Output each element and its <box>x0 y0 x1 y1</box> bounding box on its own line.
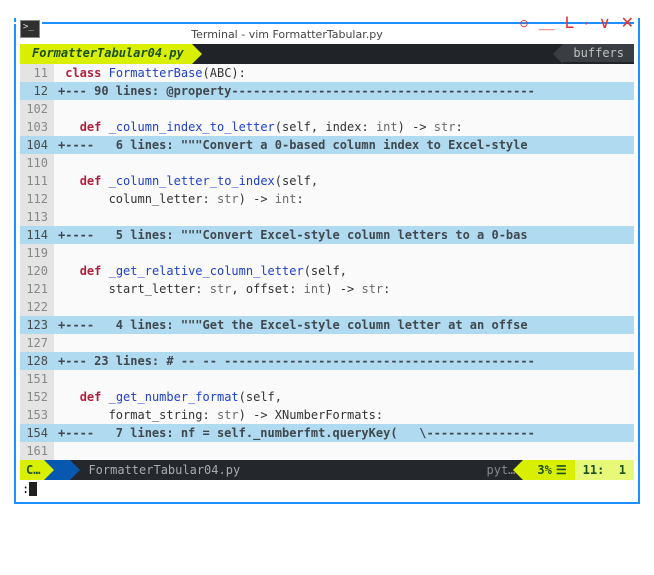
line-number: 121 <box>20 280 54 298</box>
line-source <box>54 370 634 388</box>
terminal-icon <box>20 20 40 38</box>
buffer-tab-bar: FormatterTabular04.py buffers <box>20 44 634 64</box>
position-segment: 11: 1 <box>575 460 634 480</box>
line-source: +---- 4 lines: """Get the Excel-style co… <box>54 316 634 334</box>
code-line[interactable]: 113 <box>20 208 634 226</box>
line-source: def _get_relative_column_letter(self, <box>54 262 634 280</box>
line-source: +--- 23 lines: # -- -- -----------------… <box>54 352 634 370</box>
active-buffer-tab[interactable]: FormatterTabular04.py <box>20 44 192 64</box>
code-line[interactable]: 110 <box>20 154 634 172</box>
line-number: 127 <box>20 334 54 352</box>
line-number: 112 <box>20 190 54 208</box>
line-source: def _column_index_to_letter(self, index:… <box>54 118 634 136</box>
close-button[interactable]: ✕ <box>621 16 634 32</box>
line-source: +--- 90 lines: @property----------------… <box>54 82 634 100</box>
line-number: 123 <box>20 316 54 334</box>
fold-line[interactable]: 128+--- 23 lines: # -- -- --------------… <box>20 352 634 370</box>
fold-line[interactable]: 154+---- 7 lines: nf = self._numberfmt.q… <box>20 424 634 442</box>
fold-line[interactable]: 12+--- 90 lines: @property--------------… <box>20 82 634 100</box>
code-line[interactable]: 127 <box>20 334 634 352</box>
line-number: 154 <box>20 424 54 442</box>
line-number: 111 <box>20 172 54 190</box>
line-number: 120 <box>20 262 54 280</box>
fold-line[interactable]: 123+---- 4 lines: """Get the Excel-style… <box>20 316 634 334</box>
line-source <box>54 208 634 226</box>
code-line[interactable]: 112 column_letter: str) -> int: <box>20 190 634 208</box>
line-number: 103 <box>20 118 54 136</box>
code-line[interactable]: 153 format_string: str) -> XNumberFormat… <box>20 406 634 424</box>
line-number: 119 <box>20 244 54 262</box>
line-number: 12 <box>20 82 54 100</box>
code-line[interactable]: 120 def _get_relative_column_letter(self… <box>20 262 634 280</box>
hamburger-icon: ☰ <box>556 463 567 477</box>
code-line[interactable]: 121 start_letter: str, offset: int) -> s… <box>20 280 634 298</box>
line-source: def _get_number_format(self, <box>54 388 634 406</box>
line-source: format_string: str) -> XNumberFormats: <box>54 406 634 424</box>
code-line[interactable]: 111 def _column_letter_to_index(self, <box>20 172 634 190</box>
line-source: start_letter: str, offset: int) -> str: <box>54 280 634 298</box>
percent-segment: 3%☰ <box>523 460 574 480</box>
minimize-button[interactable]: ＿ <box>539 16 555 32</box>
fold-line[interactable]: 114+---- 5 lines: """Convert Excel-style… <box>20 226 634 244</box>
dot-button[interactable]: · <box>584 16 589 32</box>
status-line: C… FormatterTabular04.py pyt… 3%☰ 11: 1 <box>20 460 634 480</box>
line-number: 128 <box>20 352 54 370</box>
line-number: 153 <box>20 406 54 424</box>
line-source: class FormatterBase(ABC): <box>54 64 634 82</box>
line-source: +---- 5 lines: """Convert Excel-style co… <box>54 226 634 244</box>
window-move-icon[interactable]: ⊙ <box>519 19 528 30</box>
line-source <box>54 244 634 262</box>
line-source: column_letter: str) -> int: <box>54 190 634 208</box>
line-source: def _column_letter_to_index(self, <box>54 172 634 190</box>
maximize-button[interactable]: 𝖫 <box>565 16 574 32</box>
file-segment: FormatterTabular04.py <box>70 460 478 480</box>
fold-line[interactable]: 104+---- 6 lines: """Convert a 0-based c… <box>20 136 634 154</box>
line-number: 161 <box>20 442 54 460</box>
line-source <box>54 100 634 118</box>
code-line[interactable]: 11 class FormatterBase(ABC): <box>20 64 634 82</box>
line-number: 113 <box>20 208 54 226</box>
line-number: 104 <box>20 136 54 154</box>
command-line[interactable]: : <box>20 480 634 498</box>
line-number: 11 <box>20 64 54 82</box>
line-number: 152 <box>20 388 54 406</box>
cursor <box>29 482 37 496</box>
line-source <box>54 154 634 172</box>
line-number: 151 <box>20 370 54 388</box>
terminal-window: Terminal - vim FormatterTabular.py ⊙ ＿ 𝖫… <box>14 18 640 504</box>
code-line[interactable]: 151 <box>20 370 634 388</box>
vim-editor[interactable]: FormatterTabular04.py buffers 11 class F… <box>20 44 634 498</box>
code-line[interactable]: 119 <box>20 244 634 262</box>
line-source: +---- 6 lines: """Convert a 0-based colu… <box>54 136 634 154</box>
code-line[interactable]: 122 <box>20 298 634 316</box>
code-area[interactable]: 11 class FormatterBase(ABC):12+--- 90 li… <box>20 64 634 460</box>
line-number: 122 <box>20 298 54 316</box>
code-line[interactable]: 103 def _column_index_to_letter(self, in… <box>20 118 634 136</box>
window-titlebar: Terminal - vim FormatterTabular.py ⊙ ＿ 𝖫… <box>20 22 634 44</box>
line-source <box>54 334 634 352</box>
line-number: 102 <box>20 100 54 118</box>
line-source <box>54 298 634 316</box>
cmd-prefix: : <box>22 482 29 496</box>
line-number: 110 <box>20 154 54 172</box>
code-line[interactable]: 161 <box>20 442 634 460</box>
line-number: 114 <box>20 226 54 244</box>
restore-button[interactable]: ∨ <box>599 16 611 32</box>
mode-segment: C… <box>20 460 44 480</box>
buffers-label[interactable]: buffers <box>563 44 634 62</box>
line-source <box>54 442 634 460</box>
window-controls: ⊙ ＿ 𝖫 · ∨ ✕ <box>519 16 634 32</box>
code-line[interactable]: 152 def _get_number_format(self, <box>20 388 634 406</box>
line-source: +---- 7 lines: nf = self._numberfmt.quer… <box>54 424 634 442</box>
code-line[interactable]: 102 <box>20 100 634 118</box>
